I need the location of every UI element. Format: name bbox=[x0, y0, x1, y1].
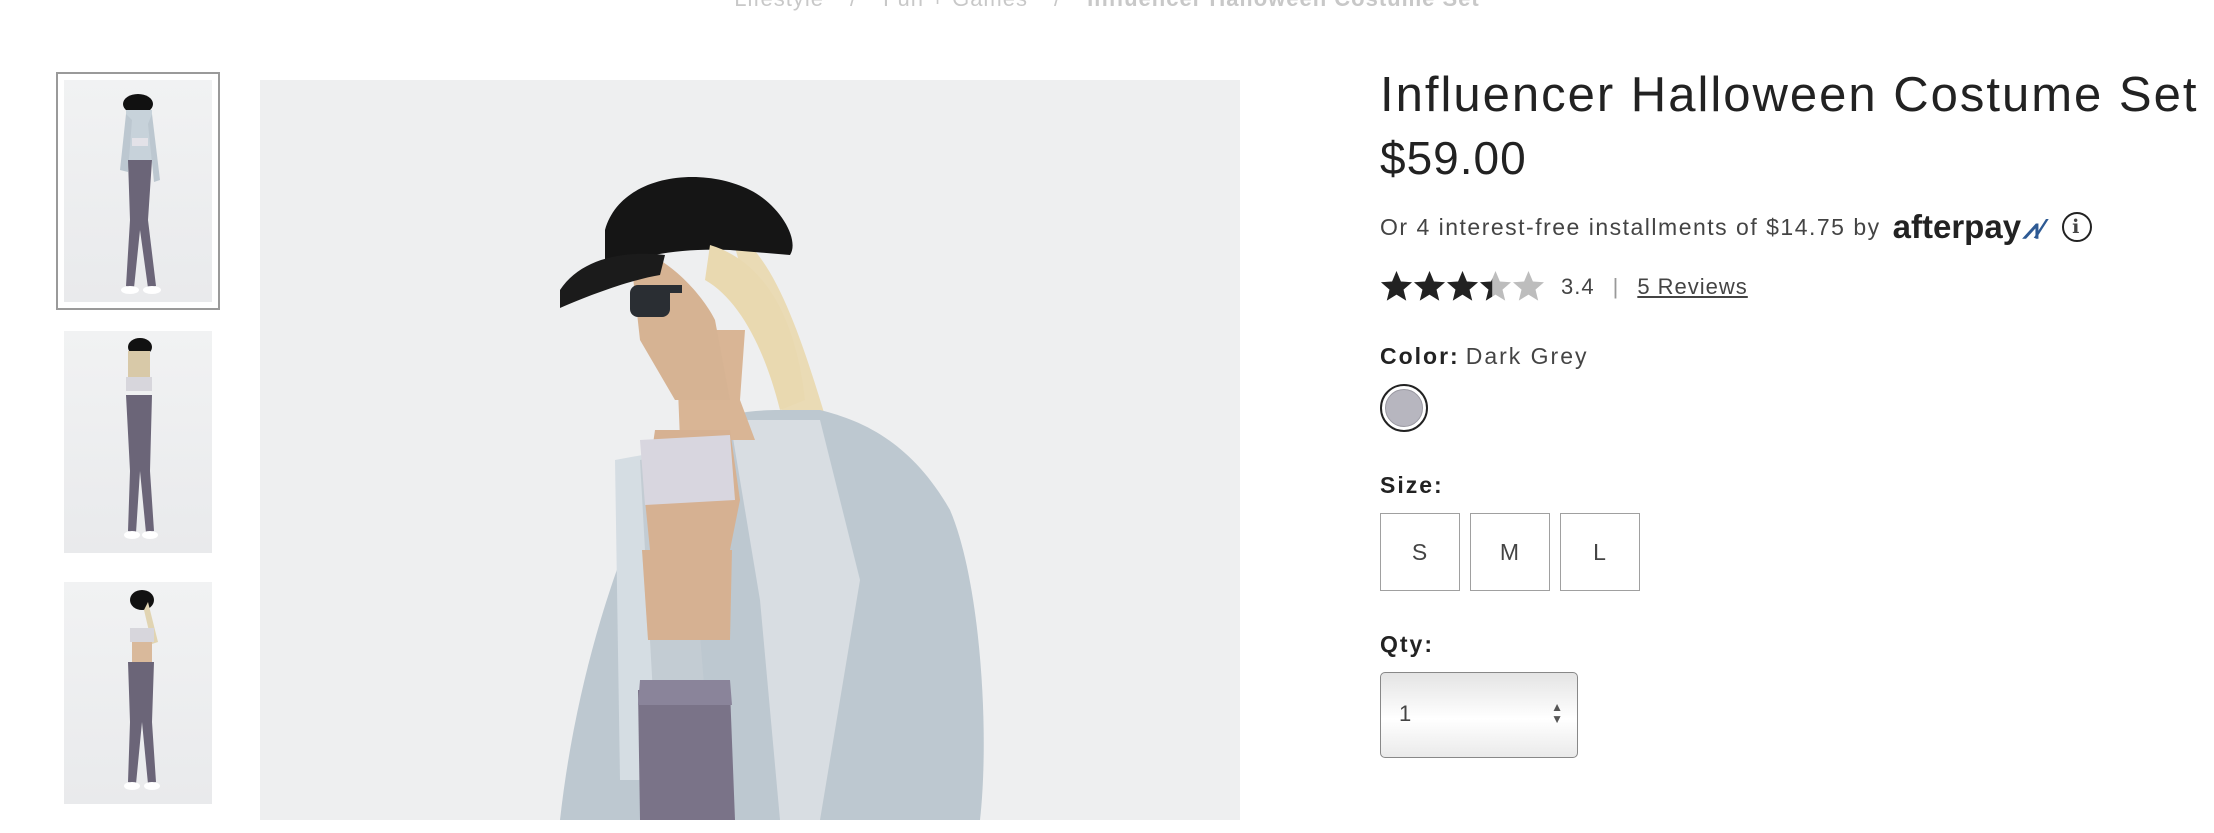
rating-stars bbox=[1380, 270, 1545, 303]
installments-row: Or 4 interest-free installments of $14.7… bbox=[1380, 208, 2180, 246]
thumbnail-1[interactable] bbox=[56, 72, 220, 310]
quantity-section: Qty: 1 ▲ ▼ bbox=[1380, 631, 2180, 758]
breadcrumb-item-lifestyle[interactable]: Lifestyle bbox=[734, 0, 824, 11]
color-swatch-dark-grey[interactable] bbox=[1380, 384, 1428, 432]
product-thumbnail-image bbox=[124, 590, 160, 790]
star-icon bbox=[1480, 271, 1511, 301]
size-button-s[interactable]: S bbox=[1380, 513, 1460, 591]
qty-label: Qty: bbox=[1380, 631, 1434, 657]
size-section: Size: S M L bbox=[1380, 472, 2180, 591]
afterpay-mark-icon: ⩘⁄ bbox=[2023, 213, 2044, 244]
info-circle-icon[interactable]: i bbox=[2061, 212, 2092, 242]
quantity-select[interactable]: 1 ▲ ▼ bbox=[1380, 672, 1578, 758]
product-price: $59.00 bbox=[1380, 132, 1527, 184]
star-icon bbox=[1414, 271, 1445, 301]
rating-value: 3.4 bbox=[1561, 273, 1595, 299]
size-button-l[interactable]: L bbox=[1560, 513, 1640, 591]
quantity-value: 1 bbox=[1399, 701, 1412, 726]
breadcrumb-separator: / bbox=[1054, 0, 1061, 11]
select-arrows-icon: ▲ ▼ bbox=[1551, 700, 1563, 726]
breadcrumb-separator: / bbox=[850, 0, 857, 11]
star-icon bbox=[1513, 271, 1544, 301]
product-thumbnail-image bbox=[124, 338, 158, 539]
star-icon bbox=[1447, 271, 1478, 301]
thumbnail-3[interactable] bbox=[64, 582, 212, 804]
color-value: Dark Grey bbox=[1465, 343, 1589, 369]
reviews-link[interactable]: 5 Reviews bbox=[1637, 274, 1747, 300]
afterpay-logo-text: afterpay bbox=[1892, 208, 2022, 245]
breadcrumb-item-fun-games[interactable]: Fun + Games bbox=[883, 0, 1028, 11]
size-label: Size: bbox=[1380, 472, 1444, 498]
breadcrumb-item-current: Influencer Halloween Costume Set bbox=[1087, 0, 1480, 11]
product-thumbnail-image bbox=[120, 94, 161, 294]
thumbnail-2[interactable] bbox=[64, 331, 212, 553]
size-button-m[interactable]: M bbox=[1470, 513, 1550, 591]
rating-row: 3.4 | 5 Reviews bbox=[1380, 270, 2180, 303]
star-icon bbox=[1381, 271, 1412, 301]
color-section: Color: Dark Grey bbox=[1380, 343, 2180, 432]
breadcrumb: Lifestyle / Fun + Games / Influencer Hallowe… bbox=[0, 0, 2214, 12]
size-options: S M L bbox=[1380, 513, 2180, 591]
product-info-panel: Influencer Halloween Costume Set $59.00 … bbox=[1380, 60, 2199, 758]
installments-text: Or 4 interest-free installments of $14.7… bbox=[1380, 213, 1881, 240]
product-title: Influencer Halloween Costume Set bbox=[1380, 68, 2199, 122]
afterpay-logo: afterpay⩘⁄ bbox=[1893, 208, 2044, 246]
swatch-color-fill bbox=[1385, 389, 1423, 427]
main-product-image[interactable] bbox=[260, 80, 1240, 820]
rating-separator: | bbox=[1612, 273, 1620, 299]
color-label: Color: bbox=[1380, 343, 1460, 369]
thumbnail-gallery bbox=[56, 72, 220, 833]
product-photo bbox=[260, 80, 1240, 820]
